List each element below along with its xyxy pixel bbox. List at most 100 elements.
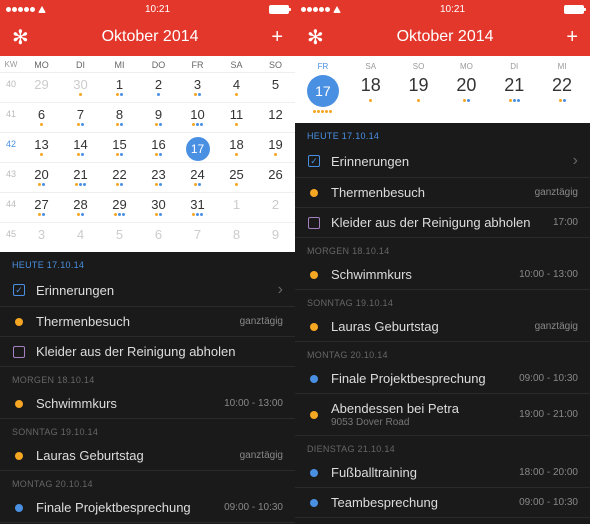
event-item[interactable]: Thermenbesuchganztägig <box>0 307 295 337</box>
event-item[interactable]: Teambesprechung09:00 - 10:30 <box>295 488 590 518</box>
event-item[interactable]: ✓Erinnerungen› <box>0 274 295 307</box>
event-item[interactable]: Kleider aus der Reinigung abholen17:00 <box>295 208 590 238</box>
event-item[interactable]: ✓Erinnerungen› <box>295 145 590 178</box>
kw-label: KW <box>0 60 22 70</box>
calendar-dot-icon <box>12 449 26 463</box>
status-bar: 10:21 <box>295 0 590 18</box>
calendar-day[interactable]: 1 <box>100 73 139 102</box>
calendar-day[interactable]: 24 <box>178 163 217 192</box>
event-item[interactable]: Finale Projektbesprechung09:00 - 10:30 <box>295 364 590 394</box>
event-item[interactable]: Thermenbesuchganztägig <box>295 178 590 208</box>
wifi-icon <box>38 6 46 13</box>
calendar-day[interactable]: 27 <box>22 193 61 222</box>
calendar-day[interactable]: 12 <box>256 103 295 132</box>
calendar-day[interactable]: 15 <box>100 133 139 162</box>
strip-day[interactable]: FR17 <box>299 62 347 113</box>
event-item[interactable]: Abendessen bei Petra9053 Dover Road19:00… <box>295 394 590 436</box>
calendar-day[interactable]: 19 <box>256 133 295 162</box>
calendar-day[interactable]: 6 <box>22 103 61 132</box>
event-item[interactable]: Lauras Geburtstagganztägig <box>0 441 295 471</box>
calendar-day[interactable]: 29 <box>22 73 61 102</box>
section-header: MONTAG 20.10.14 <box>0 471 295 493</box>
calendar-day[interactable]: 30 <box>139 193 178 222</box>
strip-day[interactable]: SO19 <box>395 62 443 102</box>
calendar-day[interactable]: 2 <box>256 193 295 222</box>
calendar-day[interactable]: 29 <box>100 193 139 222</box>
calendar-dot-icon <box>307 268 321 282</box>
calendar-day[interactable]: 7 <box>61 103 100 132</box>
status-bar: 10:21 <box>0 0 295 18</box>
event-list[interactable]: HEUTE 17.10.14✓Erinnerungen›Thermenbesuc… <box>295 123 590 524</box>
strip-day[interactable]: MO20 <box>442 62 490 102</box>
calendar-day[interactable]: 8 <box>100 103 139 132</box>
weekday: DO <box>139 60 178 70</box>
event-item[interactable]: Finale Projektbesprechung09:00 - 10:30 <box>0 493 295 523</box>
event-time: 10:00 - 13:00 <box>224 398 283 409</box>
add-event-icon[interactable]: + <box>271 26 283 49</box>
week-number: 42 <box>0 133 22 162</box>
week-number: 41 <box>0 103 22 132</box>
checkbox-empty-icon <box>12 345 26 359</box>
event-title: Finale Projektbesprechung <box>36 500 224 515</box>
calendar-day[interactable]: 9 <box>256 223 295 252</box>
strip-day[interactable]: DI21 <box>490 62 538 102</box>
event-title: Lauras Geburtstag <box>331 319 535 334</box>
calendar-day[interactable]: 25 <box>217 163 256 192</box>
calendar-day[interactable]: 17 <box>178 133 217 162</box>
calendar-day[interactable]: 7 <box>178 223 217 252</box>
calendar-day[interactable]: 8 <box>217 223 256 252</box>
calendar-day[interactable]: 3 <box>178 73 217 102</box>
header-title[interactable]: Oktober 2014 <box>397 28 494 46</box>
calendar-day[interactable]: 3 <box>22 223 61 252</box>
event-item[interactable]: Lauras Geburtstagganztägig <box>295 312 590 342</box>
event-item[interactable]: Schwimmkurs10:00 - 13:00 <box>295 260 590 290</box>
calendar-day[interactable]: 2 <box>139 73 178 102</box>
event-time: 17:00 <box>553 217 578 228</box>
calendar-day[interactable]: 1 <box>217 193 256 222</box>
event-title: Kleider aus der Reinigung abholen <box>36 344 283 359</box>
chevron-right-icon: › <box>573 152 578 170</box>
strip-day[interactable]: MI22 <box>538 62 586 102</box>
calendar-day[interactable]: 5 <box>256 73 295 102</box>
event-item[interactable]: Schwimmkurs10:00 - 13:00 <box>0 389 295 419</box>
event-title: Abendessen bei Petra9053 Dover Road <box>331 401 519 428</box>
calendar-dot-icon <box>12 501 26 515</box>
calendar-day[interactable]: 28 <box>61 193 100 222</box>
event-time: ganztägig <box>240 450 283 461</box>
event-item[interactable]: Fußballtraining18:00 - 20:00 <box>295 458 590 488</box>
calendar-day[interactable]: 18 <box>217 133 256 162</box>
calendar-dot-icon <box>307 372 321 386</box>
event-time: ganztägig <box>535 187 578 198</box>
calendar-day[interactable]: 26 <box>256 163 295 192</box>
calendar-day[interactable]: 10 <box>178 103 217 132</box>
calendar-day[interactable]: 30 <box>61 73 100 102</box>
settings-icon[interactable]: ✻ <box>307 25 324 50</box>
section-header: HEUTE 17.10.14 <box>0 252 295 274</box>
calendar-day[interactable]: 6 <box>139 223 178 252</box>
calendar-day[interactable]: 21 <box>61 163 100 192</box>
calendar-day[interactable]: 4 <box>61 223 100 252</box>
event-list[interactable]: HEUTE 17.10.14✓Erinnerungen›Thermenbesuc… <box>0 252 295 524</box>
add-event-icon[interactable]: + <box>566 26 578 49</box>
calendar-day[interactable]: 11 <box>217 103 256 132</box>
calendar-day[interactable]: 9 <box>139 103 178 132</box>
header-title[interactable]: Oktober 2014 <box>102 28 199 46</box>
header: ✻ Oktober 2014 + <box>295 18 590 56</box>
status-time: 10:21 <box>145 4 170 15</box>
calendar-day[interactable]: 5 <box>100 223 139 252</box>
calendar-day[interactable]: 20 <box>22 163 61 192</box>
event-title: Teambesprechung <box>331 495 519 510</box>
calendar-day[interactable]: 14 <box>61 133 100 162</box>
calendar-day[interactable]: 31 <box>178 193 217 222</box>
strip-day[interactable]: SA18 <box>347 62 395 102</box>
calendar-day[interactable]: 23 <box>139 163 178 192</box>
calendar-day[interactable]: 13 <box>22 133 61 162</box>
chevron-right-icon: › <box>278 281 283 299</box>
calendar-day[interactable]: 16 <box>139 133 178 162</box>
event-title: Thermenbesuch <box>331 185 535 200</box>
weekday: MI <box>100 60 139 70</box>
calendar-day[interactable]: 22 <box>100 163 139 192</box>
event-item[interactable]: Kleider aus der Reinigung abholen <box>0 337 295 367</box>
settings-icon[interactable]: ✻ <box>12 25 29 50</box>
calendar-day[interactable]: 4 <box>217 73 256 102</box>
